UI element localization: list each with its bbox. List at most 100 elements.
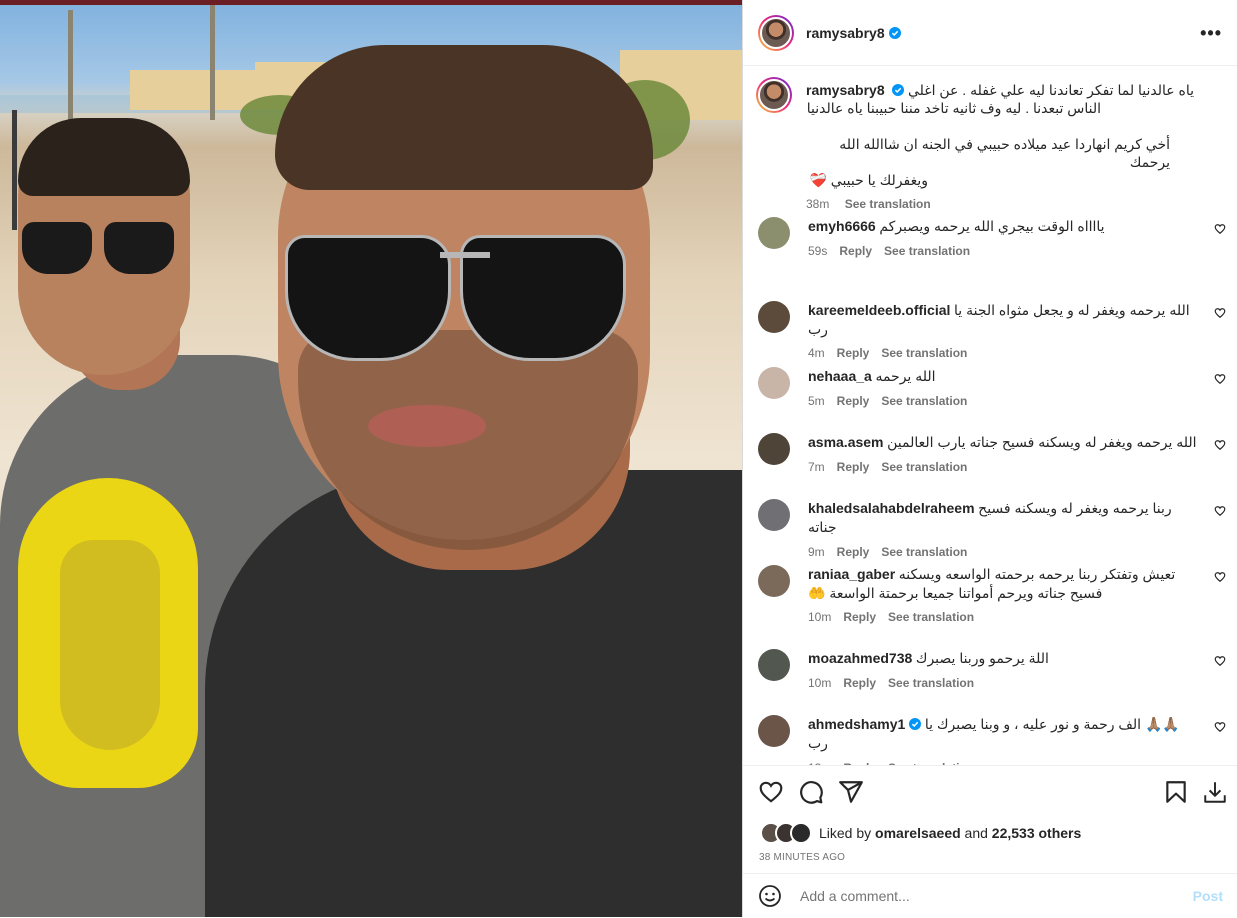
comment-text-line2: فسيح جناته ويرحم أمواتنا جميعا برحمتة ال…	[808, 585, 1103, 601]
post-header: ramysabry8 •••	[743, 0, 1237, 66]
likes-summary: Liked by omarelsaeed and 22,533 others	[743, 820, 1237, 846]
comment-item: emyh6666 يااااه الوقت بيجري الله يرحمه و…	[743, 215, 1237, 260]
comment-item: asma.asem الله يرحمه ويغفر له ويسكنه فسي…	[743, 431, 1237, 476]
emoji-icon[interactable]	[758, 884, 782, 908]
see-translation-link[interactable]: See translation	[881, 346, 967, 360]
post-photo[interactable]	[0, 0, 742, 917]
see-translation-link[interactable]: See translation	[881, 545, 967, 559]
commenter-username[interactable]: nehaaa_a	[808, 368, 872, 384]
post-comment-button[interactable]: Post	[1193, 888, 1223, 904]
verified-icon	[888, 26, 901, 39]
comment-text: اللة يرحمو وربنا يصبرك	[915, 650, 1049, 666]
comment-time: 9m	[808, 545, 825, 559]
comment-like-heart-icon[interactable]	[1214, 655, 1226, 667]
right-person-mouth	[368, 405, 486, 447]
comment-like-heart-icon[interactable]	[1214, 571, 1226, 583]
comment-item: moazahmed738 اللة يرحمو وربنا يصبرك 10m Re…	[743, 647, 1237, 692]
commenter-avatar[interactable]	[758, 433, 790, 465]
commenter-username[interactable]: emyh6666	[808, 218, 876, 234]
reply-button[interactable]: Reply	[843, 676, 876, 690]
comment-text: تعيش وتفتكر ربنا يرحمه برحمته الواسعه وي…	[898, 566, 1176, 582]
reply-button[interactable]: Reply	[837, 394, 870, 408]
commenter-username[interactable]: moazahmed738	[808, 650, 912, 666]
photo-pole	[12, 110, 17, 230]
caption-text-line: ياه عالدنيا لما تفكر تعاندنا ليه علي غفل…	[907, 82, 1194, 98]
more-options-icon[interactable]: •••	[1200, 24, 1222, 42]
post-actions: Liked by omarelsaeed and 22,533 others 3…	[743, 765, 1237, 918]
comment-item: raniaa_gaber تعيش وتفتكر ربنا يرحمه برحم…	[743, 563, 1237, 626]
comment-like-heart-icon[interactable]	[1214, 439, 1226, 451]
reply-button[interactable]: Reply	[843, 610, 876, 624]
photo-palm	[68, 10, 73, 120]
add-comment-bar: Post	[743, 873, 1237, 918]
see-translation-link[interactable]: See translation	[884, 244, 970, 258]
commenter-avatar[interactable]	[758, 565, 790, 597]
photo-top-strip	[0, 0, 742, 5]
see-translation-link[interactable]: See translation	[888, 676, 974, 690]
see-translation-link[interactable]: See translation	[888, 610, 974, 624]
caption-username[interactable]: ramysabry8	[806, 82, 885, 98]
comment-item: khaledsalahabdelraheem ربنا يرحمه ويغفر …	[743, 497, 1237, 561]
comment-time: 5m	[808, 394, 825, 408]
photo-palm	[210, 5, 215, 120]
commenter-avatar[interactable]	[758, 301, 790, 333]
sunglasses-bridge	[440, 252, 490, 258]
left-person-hair	[18, 118, 190, 196]
comment-text-line2: رب	[808, 321, 828, 337]
share-icon[interactable]	[838, 779, 864, 805]
comment-text: الله يرحمه ويغفر له و يجعل مثواه الجنة ي…	[954, 302, 1190, 318]
comment-like-heart-icon[interactable]	[1214, 373, 1226, 385]
likes-count[interactable]: 22,533 others	[992, 825, 1082, 841]
author-avatar[interactable]	[758, 14, 794, 51]
likes-middle: and	[964, 825, 988, 841]
comment-item: kareemeldeeb.official الله يرحمه ويغفر ل…	[743, 299, 1237, 362]
verified-icon	[909, 718, 922, 730]
commenter-avatar[interactable]	[758, 649, 790, 681]
heart-icon[interactable]	[758, 779, 784, 805]
see-translation-link[interactable]: See translation	[845, 197, 931, 211]
reply-button[interactable]: Reply	[837, 346, 870, 360]
verified-icon	[892, 84, 905, 96]
comment-like-heart-icon[interactable]	[1214, 307, 1226, 319]
comment-like-heart-icon[interactable]	[1214, 505, 1226, 517]
post-side-panel: ramysabry8 ••• ramysabry8 ياه عالدنيا لم…	[742, 0, 1237, 917]
bookmark-icon[interactable]	[1163, 779, 1189, 805]
commenter-avatar[interactable]	[758, 367, 790, 399]
download-icon[interactable]	[1202, 779, 1228, 805]
photo-building	[130, 70, 260, 110]
comment-like-heart-icon[interactable]	[1214, 721, 1226, 733]
see-translation-link[interactable]: See translation	[881, 394, 967, 408]
comment-time: 10m	[808, 676, 832, 690]
comment-like-heart-icon[interactable]	[1214, 223, 1226, 235]
see-translation-link[interactable]: See translation	[881, 460, 967, 474]
right-person-hair	[275, 45, 653, 190]
comment-time: 59s	[808, 244, 828, 258]
reply-button[interactable]: Reply	[837, 545, 870, 559]
comment-item: ahmedshamy1 🙏🏽🙏🏽 الف رحمة و نور عليه ، و…	[743, 713, 1237, 765]
commenter-username[interactable]: kareemeldeeb.official	[808, 302, 950, 318]
caption-text-line: الناس تبعدنا . ليه وف ثانيه تاخد مننا حب…	[806, 100, 1101, 116]
reply-button[interactable]: Reply	[837, 460, 870, 474]
commenter-username[interactable]: ahmedshamy1	[808, 716, 905, 732]
caption-text-line: أخي كريم انهاردا عيد ميلاده حبيبي في الج…	[839, 136, 1170, 170]
commenter-username[interactable]: khaledsalahabdelraheem	[808, 500, 975, 516]
commenter-username[interactable]: raniaa_gaber	[808, 566, 895, 582]
commenter-avatar[interactable]	[758, 217, 790, 249]
comments-list[interactable]: ramysabry8 ياه عالدنيا لما تفكر تعاندنا …	[743, 67, 1237, 765]
left-person-sunglasses	[104, 222, 174, 274]
comment-item: nehaaa_a الله يرحمه 5m Reply See translatio…	[743, 365, 1237, 410]
comment-input[interactable]	[798, 887, 1193, 905]
liker-avatar[interactable]	[790, 822, 812, 844]
comment-time: 4m	[808, 346, 825, 360]
right-person-sunglasses	[285, 235, 451, 361]
post-time[interactable]: 38 MINUTES AGO	[743, 852, 1237, 863]
author-username[interactable]: ramysabry8	[806, 25, 885, 41]
commenter-username[interactable]: asma.asem	[808, 434, 884, 450]
liked-by-user[interactable]: omarelsaeed	[875, 825, 961, 841]
author-avatar[interactable]	[756, 77, 792, 113]
commenter-avatar[interactable]	[758, 499, 790, 531]
commenter-avatar[interactable]	[758, 715, 790, 747]
reply-button[interactable]: Reply	[839, 244, 872, 258]
comment-icon[interactable]	[798, 779, 824, 805]
post-caption: ramysabry8 ياه عالدنيا لما تفكر تعاندنا …	[743, 75, 1237, 213]
